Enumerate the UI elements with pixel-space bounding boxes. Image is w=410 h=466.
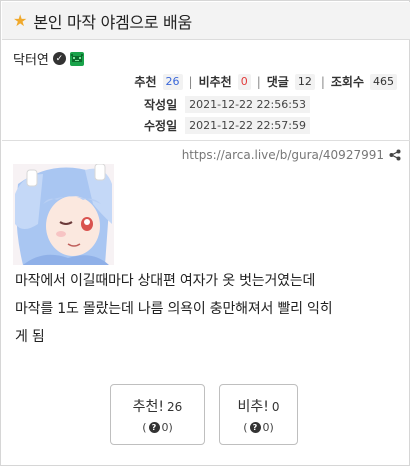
created-label: 작성일 xyxy=(144,98,178,112)
comments-label: 댓글 xyxy=(266,75,289,89)
stat-separator: | xyxy=(256,74,261,89)
post-url-link[interactable]: https://arca.live/b/gura/40927991 xyxy=(182,148,384,162)
not-recommend-unknown-paren: ( xyxy=(243,420,248,434)
post-body: 마작에서 이길때마다 상대편 여자가 옷 벗는거였는데 마작를 1도 몰랐는데 … xyxy=(15,267,400,351)
not-recommend-button-label: 비추! xyxy=(237,398,269,415)
author-info: 닥터연 ✓ xyxy=(13,49,84,68)
recommend-count: 26 xyxy=(162,73,183,90)
author-name[interactable]: 닥터연 xyxy=(13,49,49,68)
recommend-button-label: 추천! xyxy=(132,398,165,415)
star-icon[interactable]: ★ xyxy=(13,12,27,29)
recommend-button-count: 26 xyxy=(167,399,183,414)
post-body-line: 마작를 1도 몰랐는데 나름 의욕이 충만해져서 빨리 익히 xyxy=(15,301,333,317)
comments-count: 12 xyxy=(294,73,315,90)
not-recommend-button[interactable]: 비추! 0 ( ? 0) xyxy=(219,384,298,445)
modified-date-row: 수정일 2021-12-22 22:57:59 xyxy=(144,117,310,134)
header-divider xyxy=(2,140,410,141)
not-recommend-unknown-value: 0) xyxy=(262,420,274,434)
user-badge-icon xyxy=(69,51,84,66)
post-body-line: 게 됨 xyxy=(15,329,45,345)
question-icon: ? xyxy=(148,421,160,433)
post-title: 본인 마작 야겜으로 배움 xyxy=(33,12,192,32)
views-label: 조회수 xyxy=(330,75,364,89)
created-date: 2021-12-22 22:56:53 xyxy=(185,96,310,113)
recommend-unknown-paren: ( xyxy=(142,420,147,434)
recommend-unknown-value: 0) xyxy=(161,420,173,434)
stat-separator: | xyxy=(188,74,193,89)
post-url-row: https://arca.live/b/gura/40927991 xyxy=(182,148,401,162)
post-container: ★ 본인 마작 야겜으로 배움 닥터연 ✓ 추천 26 | 비추천 0 | 댓글… xyxy=(0,0,410,466)
post-image[interactable] xyxy=(13,164,114,265)
share-icon[interactable] xyxy=(389,149,401,161)
verified-check-icon: ✓ xyxy=(52,52,66,65)
recommend-unknown-count: ( ? 0) xyxy=(142,421,173,434)
views-count: 465 xyxy=(370,73,397,90)
post-stats: 추천 26 | 비추천 0 | 댓글 12 | 조회수 465 xyxy=(134,73,397,90)
not-recommend-button-count: 0 xyxy=(271,399,280,414)
modified-date: 2021-12-22 22:57:59 xyxy=(185,117,310,134)
created-date-row: 작성일 2021-12-22 22:56:53 xyxy=(144,96,310,113)
post-title-bar: ★ 본인 마작 야겜으로 배움 xyxy=(2,2,410,40)
modified-label: 수정일 xyxy=(144,119,178,133)
not-recommend-count: 0 xyxy=(237,73,251,90)
post-body-line: 마작에서 이길때마다 상대편 여자가 옷 벗는거였는데 xyxy=(15,273,316,289)
question-icon: ? xyxy=(249,421,261,433)
recommend-label: 추천 xyxy=(134,75,157,89)
not-recommend-label: 비추천 xyxy=(198,75,232,89)
not-recommend-unknown-count: ( ? 0) xyxy=(243,421,274,434)
stat-separator: | xyxy=(320,74,325,89)
recommend-button[interactable]: 추천! 26 ( ? 0) xyxy=(110,384,205,445)
